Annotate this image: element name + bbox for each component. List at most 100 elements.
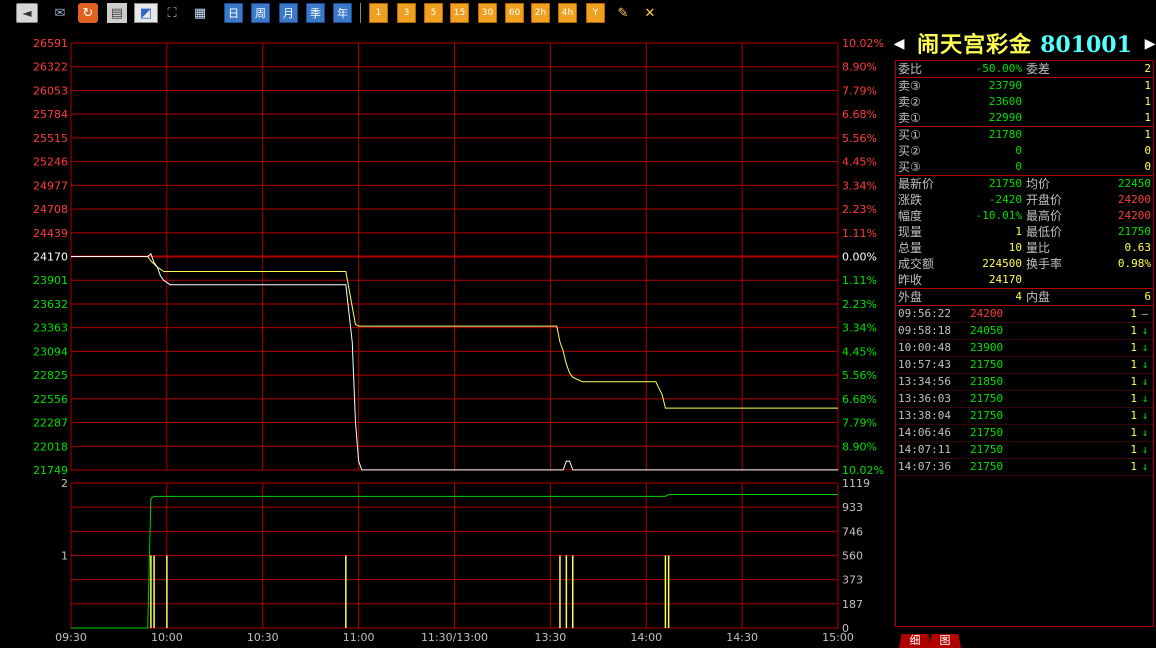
period-year-button[interactable]: 年 bbox=[333, 3, 352, 23]
tick-time: 13:38:04 bbox=[898, 409, 951, 422]
stat-row-label2: 均价 bbox=[1026, 177, 1051, 191]
tick-direction: ↓ bbox=[1141, 426, 1149, 439]
percent-tick-label: 7.79% bbox=[842, 417, 877, 430]
hour-2-button[interactable]: 2h bbox=[531, 3, 550, 23]
bid-row: 买① 21780 1 bbox=[896, 127, 1153, 143]
toolbar: ◄ ✉ ↻ ▤ ◩ ⛶ ▦ 日 周 月 季 年 1 3 5 15 30 60 2… bbox=[0, 0, 893, 28]
kline-chart-icon[interactable]: ⛶ bbox=[162, 3, 182, 23]
inner-label: 内盘 bbox=[1026, 290, 1051, 304]
period-month-button[interactable]: 月 bbox=[279, 3, 298, 23]
minute-30-button[interactable]: 30 bbox=[478, 3, 497, 23]
tick-row[interactable]: 14:07:11 21750 1 ↓ bbox=[896, 442, 1153, 459]
percent-tick-label: 4.45% bbox=[842, 345, 877, 358]
tab-chart[interactable]: 图 bbox=[929, 634, 961, 648]
open-interest-tick-label: 560 bbox=[842, 549, 863, 562]
tick-price: 21750 bbox=[970, 409, 1004, 422]
tick-row[interactable]: 14:06:46 21750 1 ↓ bbox=[896, 425, 1153, 442]
tick-list[interactable]: 09:56:22 24200 1–09:58:18 24050 1 ↓ 10:00:48 23… bbox=[896, 306, 1153, 476]
tick-row[interactable]: 09:56:22 24200 1– bbox=[896, 306, 1153, 323]
minute-1-button[interactable]: 1 bbox=[369, 3, 388, 23]
timeshare-chart[interactable]: 26591 26322 26053 25784 25515 25246 24977 24708… bbox=[0, 28, 893, 648]
stat-row: 昨收 24170 bbox=[896, 272, 1153, 288]
ask-row-value2: 1 bbox=[1144, 111, 1151, 124]
tick-price: 21750 bbox=[970, 460, 1004, 473]
tools-icon[interactable]: ✕ bbox=[640, 3, 660, 23]
refresh-icon[interactable]: ↻ bbox=[78, 3, 98, 23]
stat-row-value: -2420 bbox=[988, 193, 1022, 206]
time-tick-label: 11:30/13:00 bbox=[421, 631, 488, 644]
volume-tick-label: 2 bbox=[61, 477, 68, 490]
tick-price: 24200 bbox=[970, 307, 1004, 320]
toolbar-divider bbox=[360, 3, 361, 23]
ask-row-label: 卖③ bbox=[898, 79, 921, 93]
tick-row[interactable]: 10:00:48 23900 1 ↓ bbox=[896, 340, 1153, 357]
tick-direction: ↓ bbox=[1141, 443, 1149, 456]
minute-15-button[interactable]: 15 bbox=[450, 3, 469, 23]
stat-row-value: 224500 bbox=[982, 257, 1022, 270]
minute-5-button[interactable]: 5 bbox=[424, 3, 443, 23]
table-icon[interactable]: ▦ bbox=[190, 3, 210, 23]
clipboard-icon[interactable]: ▤ bbox=[107, 3, 127, 23]
tick-row[interactable]: 13:36:03 21750 1 ↓ bbox=[896, 391, 1153, 408]
ask-row: 卖② 23600 1 bbox=[896, 94, 1153, 110]
order-diff-value: 2 bbox=[1144, 62, 1151, 75]
price-tick-label: 22556 bbox=[33, 393, 68, 406]
minute-3-button[interactable]: 3 bbox=[397, 3, 416, 23]
open-interest-tick-label: 746 bbox=[842, 525, 863, 538]
percent-tick-label: 1.11% bbox=[842, 227, 877, 240]
time-tick-label: 09:30 bbox=[55, 631, 87, 644]
quote-table: 委比 -50.00% 委差 2 卖③ 23790 1 卖② 23600 1 卖① 22990 1… bbox=[895, 60, 1154, 627]
price-tick-label: 23094 bbox=[33, 345, 68, 358]
period-day-button[interactable]: 日 bbox=[224, 3, 243, 23]
percent-tick-label: 3.34% bbox=[842, 322, 877, 335]
open-interest-tick-label: 187 bbox=[842, 598, 863, 611]
tab-detail[interactable]: 细 bbox=[899, 634, 931, 648]
price-tick-label: 23363 bbox=[33, 322, 68, 335]
percent-tick-label: 5.56% bbox=[842, 132, 877, 145]
price-tick-label: 26322 bbox=[33, 61, 68, 74]
price-tick-label: 23632 bbox=[33, 298, 68, 311]
quote-panel: ◀ 闹天宫彩金 801001 ▶ 委比 -50.00% 委差 2 卖③ 23790 1… bbox=[893, 28, 1156, 648]
minute-60-button[interactable]: 60 bbox=[505, 3, 524, 23]
percent-tick-label: 7.79% bbox=[842, 84, 877, 97]
stat-row-label: 昨收 bbox=[898, 273, 923, 287]
tick-row[interactable]: 13:38:04 21750 1 ↓ bbox=[896, 408, 1153, 425]
message-icon[interactable]: ✉ bbox=[50, 3, 70, 23]
stat-row-value: 21750 bbox=[988, 177, 1022, 190]
tick-row[interactable]: 14:07:36 21750 1 ↓ bbox=[896, 459, 1153, 476]
tick-row[interactable]: 13:34:56 21850 1 ↓ bbox=[896, 374, 1153, 391]
ask-row-label: 卖② bbox=[898, 95, 921, 109]
tick-row[interactable]: 09:58:18 24050 1 ↓ bbox=[896, 323, 1153, 340]
tick-time: 09:56:22 bbox=[898, 307, 951, 320]
price-tick-label: 24170 bbox=[33, 251, 68, 264]
prev-stock-icon[interactable]: ◀ bbox=[893, 33, 905, 54]
tick-price: 24050 bbox=[970, 324, 1004, 337]
order-ratio-row: 委比 -50.00% 委差 2 bbox=[896, 61, 1153, 77]
timeshare-chart-icon[interactable]: ◩ bbox=[134, 3, 158, 23]
next-stock-icon[interactable]: ▶ bbox=[1144, 33, 1156, 54]
percent-tick-label: 1.11% bbox=[842, 274, 877, 287]
time-tick-label: 13:30 bbox=[535, 631, 567, 644]
time-tick-label: 14:00 bbox=[630, 631, 662, 644]
stat-row: 最新价 21750 均价 22450 bbox=[896, 176, 1153, 192]
hour-4-button[interactable]: 4h bbox=[558, 3, 577, 23]
price-tick-label: 24977 bbox=[33, 179, 68, 192]
stat-row-label: 成交额 bbox=[898, 257, 935, 271]
stat-row-value: 10 bbox=[1008, 241, 1022, 254]
stat-row-label2: 换手率 bbox=[1026, 257, 1063, 271]
period-week-button[interactable]: 周 bbox=[251, 3, 270, 23]
time-tick-label: 15:00 bbox=[822, 631, 854, 644]
period-quarter-button[interactable]: 季 bbox=[306, 3, 325, 23]
stat-row-label: 幅度 bbox=[898, 209, 923, 223]
tick-row[interactable]: 10:57:43 21750 1 ↓ bbox=[896, 357, 1153, 374]
ask-row-value2: 1 bbox=[1144, 95, 1151, 108]
order-ratio-section: 委比 -50.00% 委差 2 bbox=[896, 61, 1153, 78]
back-icon[interactable]: ◄ bbox=[16, 3, 38, 23]
draw-line-icon[interactable]: ✎ bbox=[613, 3, 633, 23]
tick-time: 13:36:03 bbox=[898, 392, 951, 405]
stat-row: 幅度 -10.01% 最高价 24200 bbox=[896, 208, 1153, 224]
stat-row-label: 总量 bbox=[898, 241, 923, 255]
custom-period-button[interactable]: Y bbox=[586, 3, 605, 23]
tick-direction: ↓ bbox=[1141, 460, 1149, 473]
price-tick-label: 22825 bbox=[33, 369, 68, 382]
